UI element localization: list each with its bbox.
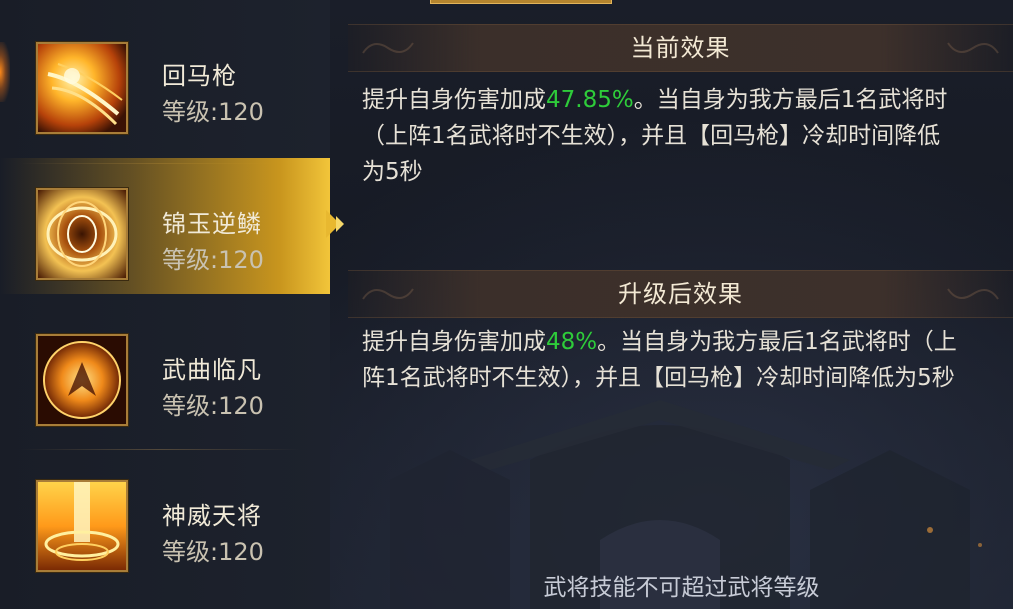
skill-level: 等级:120: [162, 98, 264, 126]
effect-value: 47.85%: [546, 87, 634, 113]
skill-name: 武曲临凡: [162, 356, 262, 384]
effect-prefix: 提升自身伤害加成: [362, 87, 546, 113]
skill-panel: 回马枪 等级:120 锦玉逆鳞 等级:120 武曲临凡 等级:120 神威天将 …: [0, 0, 1013, 609]
skill-name: 神威天将: [162, 502, 262, 530]
current-effect-description: 提升自身伤害加成47.85%。当自身为我方最后1名武将时（上阵1名武将时不生效）…: [362, 82, 962, 190]
upgrade-effect-header: 升级后效果: [348, 270, 1013, 318]
light-pillar-icon: [36, 480, 128, 572]
spear-slash-icon: [36, 42, 128, 134]
top-tab-edge: [430, 0, 612, 4]
skill-item-jinyunilin[interactable]: 锦玉逆鳞 等级:120: [0, 158, 330, 294]
skill-item-wuqulinfan[interactable]: 武曲临凡 等级:120: [0, 304, 330, 450]
skill-item-huimaqiang[interactable]: 回马枪 等级:120: [0, 18, 330, 164]
upgrade-effect-description: 提升自身伤害加成48%。当自身为我方最后1名武将时（上阵1名武将时不生效），并且…: [362, 324, 962, 396]
effect-prefix: 提升自身伤害加成: [362, 329, 546, 355]
section-title: 升级后效果: [618, 280, 743, 308]
footer-note: 武将技能不可超过武将等级: [543, 575, 820, 601]
selection-arrow-inner-icon: [336, 216, 344, 232]
skill-level: 等级:120: [162, 392, 264, 420]
current-effect-header: 当前效果: [348, 24, 1013, 72]
golden-vortex-icon: [36, 188, 128, 280]
effect-value: 48%: [546, 329, 598, 355]
skill-name: 锦玉逆鳞: [162, 210, 262, 238]
skill-level: 等级:120: [162, 246, 264, 274]
skill-list: 回马枪 等级:120 锦玉逆鳞 等级:120 武曲临凡 等级:120 神威天将 …: [0, 0, 344, 609]
section-title: 当前效果: [630, 34, 731, 62]
skill-item-shenweitianjiang[interactable]: 神威天将 等级:120: [0, 450, 330, 596]
skill-level: 等级:120: [162, 538, 264, 566]
skill-name: 回马枪: [162, 62, 237, 90]
fire-orb-icon: [36, 334, 128, 426]
